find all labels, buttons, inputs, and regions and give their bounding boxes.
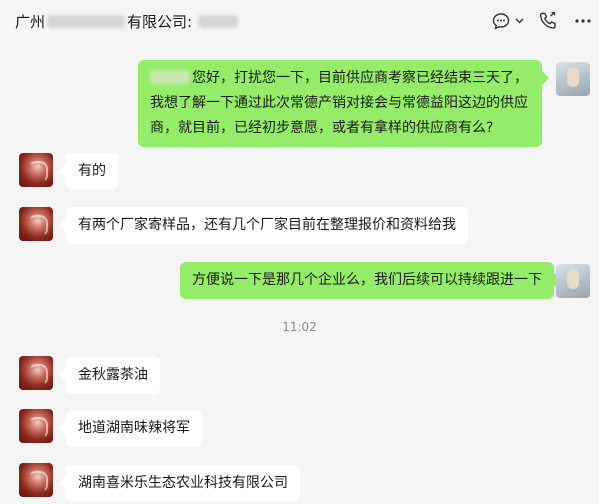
contact-avatar[interactable] — [19, 356, 53, 390]
chat-title-mid: 有限公司: — [127, 12, 193, 31]
message-text: 有两个厂家寄样品，还有几个厂家目前在整理报价和资料给我 — [78, 217, 456, 233]
contact-avatar[interactable] — [19, 153, 53, 187]
incoming-message[interactable]: 地道湖南味辣将军 — [66, 410, 202, 447]
outgoing-message[interactable]: 您好，打扰您一下，目前供应商考察已经结束三天了，我想了解一下通过此次常德产销对接… — [138, 60, 542, 147]
more-options-button[interactable] — [574, 12, 592, 30]
chat-title-prefix: 广州 — [15, 12, 46, 31]
message-text: 方便说一下是那几个企业么，我们后续可以持续跟进一下 — [192, 272, 542, 288]
contact-avatar[interactable] — [19, 409, 53, 443]
more-icon — [575, 19, 591, 23]
timestamp: 11:02 — [282, 320, 317, 334]
my-avatar[interactable] — [556, 264, 590, 298]
message-text: 金秋露茶油 — [78, 367, 148, 383]
chat-info-button[interactable] — [492, 12, 526, 30]
message-text: 地道湖南味辣将军 — [78, 420, 190, 436]
message-text: 您好，打扰您一下，目前供应商考察已经结束三天了，我想了解一下通过此次常德产销对接… — [150, 70, 528, 136]
my-avatar[interactable] — [556, 62, 590, 96]
contact-avatar[interactable] — [19, 463, 53, 497]
redacted-name — [198, 14, 239, 28]
contact-avatar[interactable] — [19, 207, 53, 241]
incoming-message[interactable]: 金秋露茶油 — [66, 357, 160, 394]
call-button[interactable] — [538, 11, 558, 31]
message-text: 有的 — [78, 163, 106, 179]
chat-title: 广州 有限公司: — [15, 11, 240, 32]
chevron-down-icon — [515, 18, 524, 24]
redacted-text — [47, 14, 126, 28]
phone-icon — [539, 11, 556, 29]
outgoing-message[interactable]: 方便说一下是那几个企业么，我们后续可以持续跟进一下 — [180, 262, 554, 299]
message-bubble-icon — [492, 13, 524, 30]
incoming-message[interactable]: 有的 — [66, 153, 118, 190]
incoming-message[interactable]: 湖南喜米乐生态农业科技有限公司 — [66, 465, 300, 502]
message-text: 湖南喜米乐生态农业科技有限公司 — [78, 475, 288, 491]
redacted-name — [150, 70, 190, 84]
incoming-message[interactable]: 有两个厂家寄样品，还有几个厂家目前在整理报价和资料给我 — [66, 207, 468, 244]
